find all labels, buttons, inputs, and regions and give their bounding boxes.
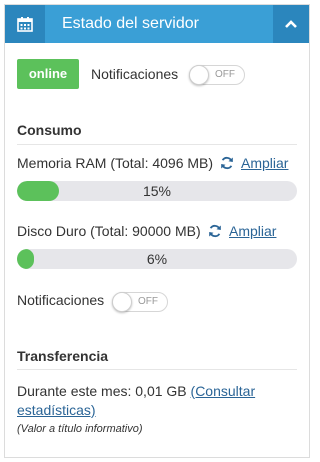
notifications-toggle[interactable]: OFF xyxy=(112,292,168,312)
transferencia-title: Transferencia xyxy=(17,348,109,364)
refresh-icon[interactable] xyxy=(220,156,234,170)
consumo-title: Consumo xyxy=(17,122,82,138)
notifications-label: Notificaciones xyxy=(17,292,105,308)
toggle-state: OFF xyxy=(215,69,235,80)
notifications-label: Notificaciones xyxy=(91,66,179,82)
status-row: online Notificaciones OFF xyxy=(17,59,307,89)
refresh-icon[interactable] xyxy=(208,224,222,238)
ram-label: Memoria RAM (Total: 4096 MB) xyxy=(17,155,214,171)
transfer-info: Durante este mes: 0,01 GB (Consultar est… xyxy=(17,382,302,420)
status-badge: online xyxy=(17,59,79,89)
notifications-toggle[interactable]: OFF xyxy=(189,65,245,85)
disk-progress-bar: 6% xyxy=(17,249,297,269)
toggle-knob xyxy=(112,292,132,312)
divider xyxy=(17,144,297,145)
calendar-icon xyxy=(5,5,45,43)
disk-percent: 6% xyxy=(146,251,168,267)
panel-header: Estado del servidor xyxy=(5,5,309,43)
divider xyxy=(17,369,297,370)
panel-title: Estado del servidor xyxy=(62,15,199,32)
toggle-state: OFF xyxy=(138,296,158,307)
ram-ampliar-link[interactable]: Ampliar xyxy=(241,155,288,171)
toggle-knob xyxy=(189,65,209,85)
ram-progress-bar: 15% xyxy=(17,181,297,201)
disk-label: Disco Duro (Total: 90000 MB) xyxy=(17,223,201,239)
transfer-amount: Durante este mes: 0,01 GB xyxy=(17,383,187,399)
collapse-button[interactable] xyxy=(273,5,309,43)
chevron-up-icon xyxy=(285,20,297,28)
server-status-panel: Estado del servidor online Notificacione… xyxy=(4,4,310,458)
info-note: (Valor a título informativo) xyxy=(17,423,143,435)
disk-ampliar-link[interactable]: Ampliar xyxy=(229,223,276,239)
ram-percent: 15% xyxy=(142,183,172,199)
